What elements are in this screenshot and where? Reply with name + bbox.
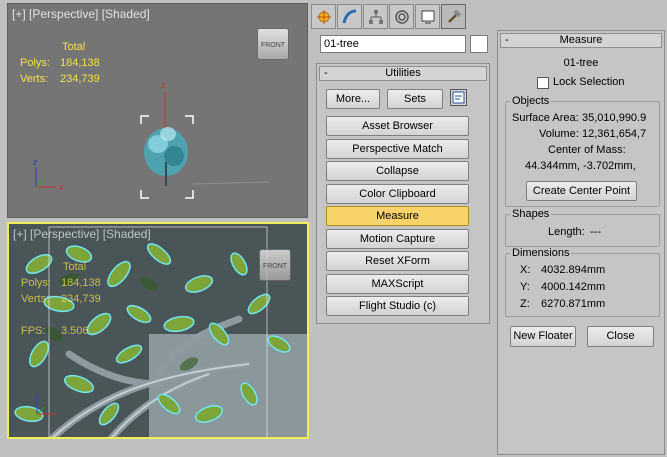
collapse-toggle[interactable]: - xyxy=(324,67,328,80)
tree-object xyxy=(144,127,188,186)
lock-selection-checkbox[interactable] xyxy=(537,77,549,89)
modify-icon xyxy=(342,9,356,23)
viewport-stats: Total Polys: 184,138 Verts: 234,739 FPS: 3.… xyxy=(21,259,101,339)
utility-button-color-clipboard[interactable]: Color Clipboard xyxy=(326,183,469,204)
tab-modify[interactable] xyxy=(337,4,362,29)
collapse-toggle[interactable]: - xyxy=(505,34,509,47)
tab-display[interactable] xyxy=(415,4,440,29)
utility-button-flight-studio-c[interactable]: Flight Studio (c) xyxy=(326,296,469,316)
tab-utilities[interactable] xyxy=(441,4,466,29)
center-of-mass-label: Center of Mass: xyxy=(548,144,626,156)
volume-label: Volume: xyxy=(539,128,579,140)
utility-button-measure[interactable]: Measure xyxy=(326,206,469,226)
dimension-z-label: Z: xyxy=(520,298,530,310)
utility-button-collapse[interactable]: Collapse xyxy=(326,161,469,181)
utility-button-motion-capture[interactable]: Motion Capture xyxy=(326,228,469,249)
tab-hierarchy[interactable] xyxy=(363,4,388,29)
command-panel-tabs xyxy=(311,4,467,30)
utility-button-maxscript[interactable]: MAXScript xyxy=(326,273,469,294)
viewport-label[interactable]: [+] [Perspective] [Shaded] xyxy=(13,227,151,241)
dimensions-group: Dimensions X: 4032.894mm Y: 4000.142mm Z… xyxy=(505,247,660,317)
objects-group: Objects Surface Area: 35,010,990.9 Volum… xyxy=(505,95,660,207)
length-label: Length: xyxy=(548,226,585,238)
dimension-x-value: 4032.894mm xyxy=(541,264,606,276)
dimension-x-label: X: xyxy=(520,264,531,276)
stats-verts-value: 234,739 xyxy=(61,293,101,305)
dimension-z-value: 6270.871mm xyxy=(541,298,606,310)
tab-motion[interactable] xyxy=(389,4,414,29)
tab-create[interactable] xyxy=(311,4,336,29)
shapes-group-title: Shapes xyxy=(510,208,552,220)
measured-object-name: 01-tree xyxy=(563,57,599,69)
viewcube[interactable]: FRONT xyxy=(259,249,291,281)
surface-area-value: 35,010,990.9 xyxy=(582,112,647,124)
dimensions-group-title: Dimensions xyxy=(510,247,572,259)
sets-button[interactable]: Sets xyxy=(387,89,443,109)
length-value: --- xyxy=(590,226,601,238)
stats-fps-label: FPS: xyxy=(21,325,46,337)
dimension-y-label: Y: xyxy=(520,281,530,293)
configure-icon xyxy=(452,91,465,104)
configure-sets-button[interactable] xyxy=(450,89,467,106)
dimension-y-value: 4000.142mm xyxy=(541,281,606,293)
viewport-perspective-top[interactable]: [+] [Perspective] [Shaded] Total Polys: 1… xyxy=(7,3,308,218)
more-button[interactable]: More... xyxy=(326,89,380,109)
objects-group-title: Objects xyxy=(510,95,552,107)
utilities-rollout: - Utilities More... Sets Asset Browser Pe… xyxy=(316,63,490,324)
object-color-swatch[interactable] xyxy=(470,35,488,53)
lock-selection-label: Lock Selection xyxy=(553,76,625,88)
create-icon xyxy=(316,9,331,24)
volume-value: 12,361,654,7 xyxy=(582,128,647,140)
new-floater-button[interactable]: New Floater xyxy=(510,326,576,347)
create-center-point-button[interactable]: Create Center Point xyxy=(526,181,637,201)
utilities-icon xyxy=(447,8,461,23)
hierarchy-icon xyxy=(368,9,383,24)
center-of-mass-value: 44.344mm, -3.702mm, xyxy=(525,160,636,172)
stats-polys-value: 184,138 xyxy=(61,277,101,289)
stats-verts-label: Verts: xyxy=(21,293,50,305)
gizmo-z-label: z xyxy=(161,80,166,90)
utility-button-reset-xform[interactable]: Reset XForm xyxy=(326,251,469,271)
viewport-perspective-bottom[interactable]: [+] [Perspective] [Shaded] Total Polys: 1… xyxy=(7,222,309,439)
rollout-title: Utilities xyxy=(385,67,421,79)
stats-total-label: Total xyxy=(63,261,87,273)
motion-icon xyxy=(394,9,409,24)
stats-polys-label: Polys: xyxy=(21,277,51,289)
shapes-group: Shapes Length: --- xyxy=(505,208,660,247)
measure-rollout-header[interactable]: - Measure xyxy=(500,33,662,48)
display-icon xyxy=(421,10,434,23)
utility-button-perspective-match[interactable]: Perspective Match xyxy=(326,138,469,159)
axis-x-label: x xyxy=(59,182,64,192)
surface-area-label: Surface Area: xyxy=(512,112,579,124)
utilities-rollout-header[interactable]: - Utilities xyxy=(319,66,487,81)
object-name-field[interactable]: 01-tree xyxy=(320,35,466,53)
measure-title: Measure xyxy=(559,34,603,46)
close-button[interactable]: Close xyxy=(587,326,654,347)
measure-panel: - Measure 01-tree Lock Selection Objects… xyxy=(497,30,665,455)
axis-tripod: z x xyxy=(33,157,64,192)
utility-button-asset-browser[interactable]: Asset Browser xyxy=(326,116,469,136)
viewport-scene: z z x xyxy=(33,80,271,199)
stats-fps-value: 3.506 xyxy=(61,325,89,337)
axis-z-label: z xyxy=(33,157,38,167)
